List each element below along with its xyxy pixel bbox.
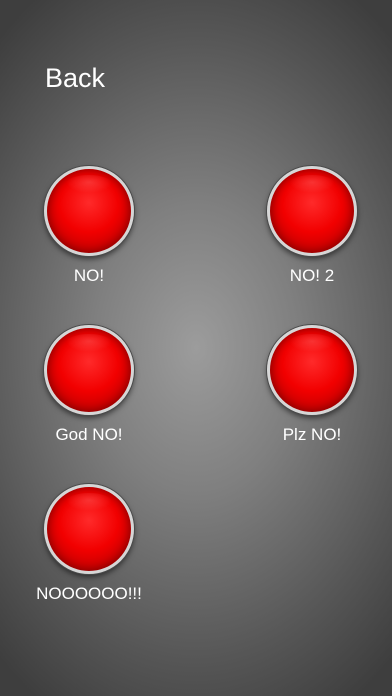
red-sound-button[interactable]	[44, 325, 134, 415]
back-button[interactable]: Back	[45, 62, 105, 94]
sound-item-nooooooo: NOOOOOO!!!	[24, 484, 154, 624]
sound-label: NO!	[73, 266, 105, 285]
soundboard-screen: Back NO! NO! 2 God NO! Plz NO! NOOOOOO!!…	[0, 0, 392, 696]
sound-item-plz-no: Plz NO!	[247, 325, 377, 465]
sound-item-god-no: God NO!	[24, 325, 154, 465]
sound-label: Plz NO!	[282, 425, 342, 444]
sound-label: NO! 2	[289, 266, 335, 285]
sound-item-no-2: NO! 2	[247, 166, 377, 306]
sound-label: God NO!	[55, 425, 123, 444]
red-sound-button[interactable]	[44, 484, 134, 574]
red-sound-button[interactable]	[44, 166, 134, 256]
red-sound-button[interactable]	[267, 325, 357, 415]
sound-label: NOOOOOO!!!	[36, 584, 142, 603]
sound-item-no: NO!	[24, 166, 154, 306]
red-sound-button[interactable]	[267, 166, 357, 256]
